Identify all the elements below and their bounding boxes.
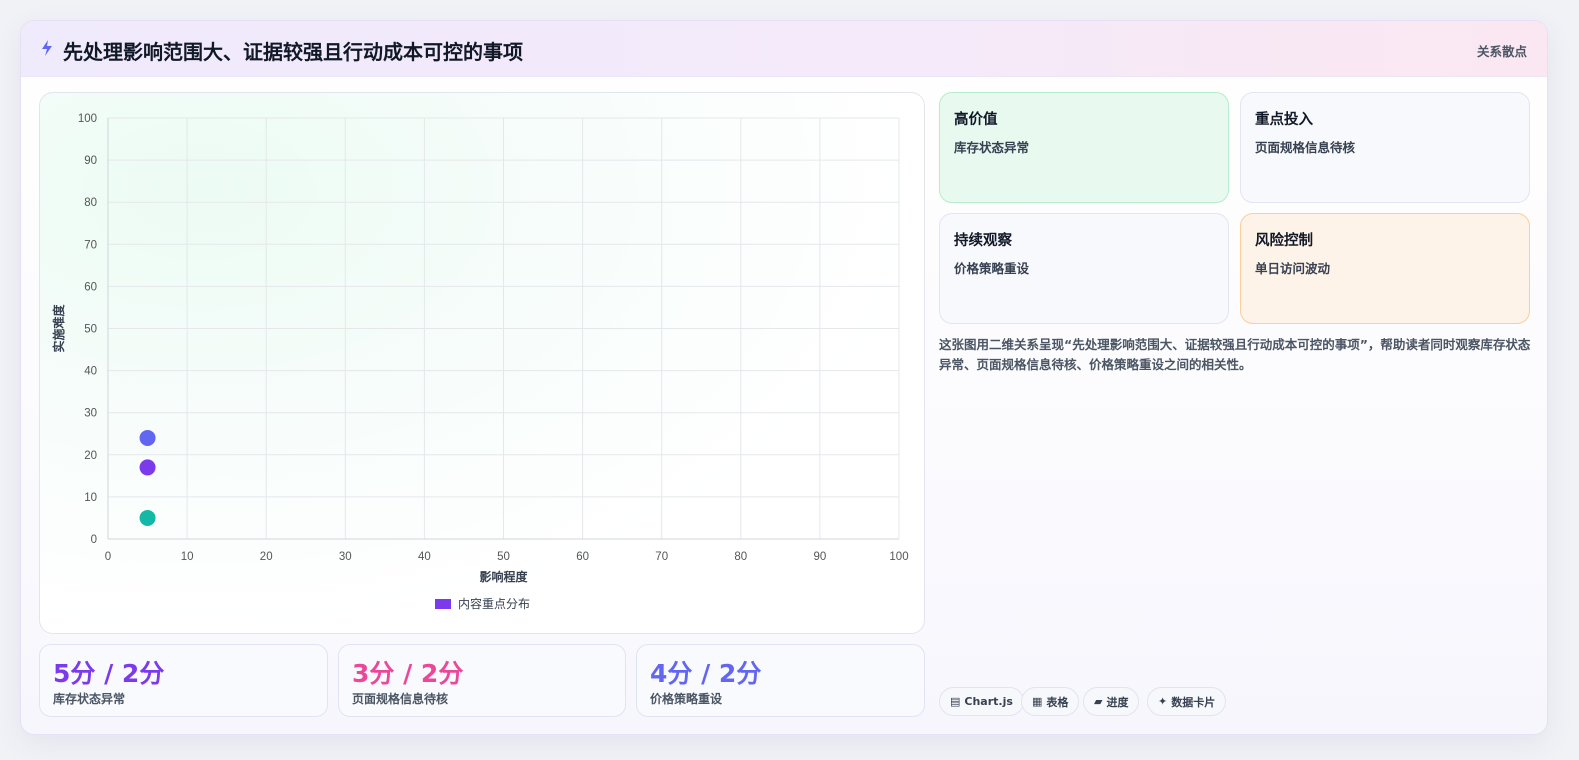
x-tick-label: 0 <box>105 551 111 563</box>
quadrant-card-key-investment: 重点投入 页面规格信息待核 <box>1240 92 1530 203</box>
stat-value: 4分 / 2分 <box>650 659 762 688</box>
chip-label: 表格 <box>1046 695 1069 709</box>
x-tick-label: 100 <box>889 551 908 563</box>
y-tick-label: 20 <box>84 450 97 462</box>
quadrant-card-observe: 持续观察 价格策略重设 <box>939 213 1229 324</box>
legend-swatch <box>435 599 451 609</box>
scatter-chart: 0 10 20 30 40 50 60 70 80 90 100 0 10 20 30 40 50 60 70 80 9… <box>51 113 909 611</box>
x-tick-label: 30 <box>339 551 352 563</box>
stat-card: 5分 / 2分 库存状态异常 <box>39 644 328 717</box>
legend-label: 内容重点分布 <box>458 596 530 611</box>
scatter-point <box>139 509 156 526</box>
quadrant-card-risk-control: 风险控制 单日访问波动 <box>1240 213 1530 324</box>
x-tick-label: 60 <box>576 551 589 563</box>
quadrant-title: 高价值 <box>954 112 998 128</box>
scatter-point <box>139 429 156 446</box>
stat-label: 价格策略重设 <box>650 692 723 706</box>
x-tick-label: 90 <box>814 551 827 563</box>
y-tick-label: 50 <box>84 324 97 336</box>
chip-data-card[interactable]: ✦ 数据卡片 <box>1147 687 1227 716</box>
y-tick-label: 80 <box>84 197 97 209</box>
stat-label: 库存状态异常 <box>53 692 126 706</box>
chip-table[interactable]: ▦ 表格 <box>1021 687 1080 716</box>
y-tick-label: 70 <box>84 239 97 251</box>
y-tick-label: 0 <box>91 534 97 546</box>
x-tick-label: 50 <box>497 551 510 563</box>
quadrant-card-high-value: 高价值 库存状态异常 <box>939 92 1229 203</box>
x-tick-label: 10 <box>181 551 194 563</box>
chart-icon: ▤ <box>950 695 961 708</box>
scatter-point <box>139 459 156 476</box>
y-tick-label: 30 <box>84 408 97 420</box>
chart-description: 这张图用二维关系呈现“先处理影响范围大、证据较强且行动成本可控的事项”，帮助读者… <box>939 337 1531 372</box>
y-tick-label: 90 <box>84 155 97 167</box>
x-tick-label: 20 <box>260 551 273 563</box>
quadrant-item: 页面规格信息待核 <box>1255 140 1356 155</box>
table-icon: ▦ <box>1032 695 1043 708</box>
chart-type-tag: 关系散点 <box>1476 44 1527 59</box>
lightning-icon <box>42 40 52 56</box>
chip-label: 数据卡片 <box>1171 695 1216 709</box>
card-header: 先处理影响范围大、证据较强且行动成本可控的事项 关系散点 <box>21 21 1547 77</box>
quadrant-item: 单日访问波动 <box>1255 261 1331 276</box>
y-tick-label: 40 <box>84 366 97 378</box>
y-axis-title: 实施难度 <box>51 304 66 353</box>
quadrant-item: 库存状态异常 <box>954 140 1030 155</box>
stat-value: 3分 / 2分 <box>352 659 464 688</box>
chip-label: Chart.js <box>964 695 1013 708</box>
stat-card: 3分 / 2分 页面规格信息待核 <box>338 644 626 717</box>
chip-label: 进度 <box>1106 695 1129 709</box>
y-tick-label: 10 <box>84 492 97 504</box>
stat-label: 页面规格信息待核 <box>352 692 449 706</box>
quadrant-title: 风险控制 <box>1255 233 1313 249</box>
page-title: 先处理影响范围大、证据较强且行动成本可控的事项 <box>63 40 523 64</box>
progress-icon: ▰ <box>1094 695 1103 708</box>
chip-progress[interactable]: ▰ 进度 <box>1083 687 1140 716</box>
quadrant-title: 持续观察 <box>954 233 1012 249</box>
x-axis-title: 影响程度 <box>479 569 528 584</box>
quadrant-item: 价格策略重设 <box>954 261 1030 276</box>
quadrant-title: 重点投入 <box>1255 112 1313 128</box>
x-tick-label: 70 <box>655 551 668 563</box>
scatter-chart-panel: 0 10 20 30 40 50 60 70 80 90 100 0 10 20 30 40 50 60 70 80 9… <box>39 92 925 634</box>
report-card: 先处理影响范围大、证据较强且行动成本可控的事项 关系散点 0 10 20 30 40 50… <box>20 20 1548 735</box>
stat-value: 5分 / 2分 <box>53 659 165 688</box>
chip-chartjs[interactable]: ▤ Chart.js <box>939 687 1024 716</box>
sparkle-icon: ✦ <box>1158 695 1168 708</box>
y-tick-label: 60 <box>84 281 97 293</box>
x-tick-label: 80 <box>734 551 747 563</box>
stat-card: 4分 / 2分 价格策略重设 <box>636 644 925 717</box>
x-tick-label: 40 <box>418 551 431 563</box>
y-tick-label: 100 <box>78 113 97 125</box>
